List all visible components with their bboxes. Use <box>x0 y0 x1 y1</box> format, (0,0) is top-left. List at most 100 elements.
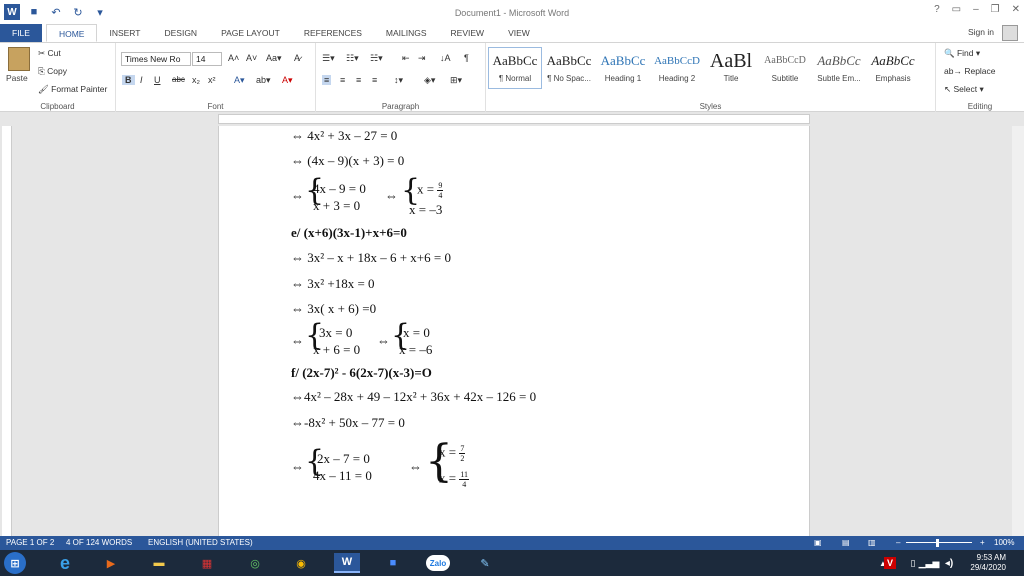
zoom-slider-thumb[interactable] <box>936 539 939 547</box>
replace-button[interactable]: ab→ Replace <box>944 66 996 76</box>
style-heading-1[interactable]: AaBbCc Heading 1 <box>596 47 650 89</box>
paint-icon[interactable]: ✎ <box>472 553 498 573</box>
line-spacing-icon[interactable]: ↕▾ <box>394 75 403 86</box>
tab-references[interactable]: REFERENCES <box>292 24 374 42</box>
volume-icon[interactable]: ◂) <box>936 553 962 573</box>
doc-arrow: ⇔ <box>377 333 390 348</box>
grow-font-icon[interactable]: A˄ <box>228 53 239 63</box>
align-left-icon[interactable]: ≡ <box>322 75 332 85</box>
read-mode-icon[interactable]: ▣ <box>814 536 822 550</box>
word-count[interactable]: 4 OF 124 WORDS <box>66 536 132 550</box>
copy-label: Copy <box>47 66 68 76</box>
style-emphasis[interactable]: AaBbCc Emphasis <box>866 47 920 89</box>
style-normal[interactable]: AaBbCc ¶ Normal <box>488 47 542 89</box>
shrink-font-icon[interactable]: A˅ <box>246 53 257 63</box>
zoom-slider[interactable] <box>906 542 972 543</box>
paste-button[interactable]: Paste <box>6 73 28 83</box>
style-subtle-emphasis[interactable]: AaBbCc Subtle Em... <box>812 47 866 89</box>
bold-icon[interactable]: B <box>122 75 135 85</box>
find-button[interactable]: 🔍 Find ▾ <box>944 48 980 59</box>
print-layout-icon[interactable]: ▤ <box>842 536 850 550</box>
tab-insert[interactable]: INSERT <box>97 24 152 42</box>
tab-file[interactable]: FILE <box>0 24 42 42</box>
subscript-icon[interactable]: x₂ <box>192 75 200 85</box>
tab-view[interactable]: VIEW <box>496 24 542 42</box>
style-title[interactable]: AaBl Title <box>704 47 758 89</box>
horizontal-ruler-track <box>218 114 810 124</box>
select-button[interactable]: ↖ Select ▾ <box>944 84 984 95</box>
font-color-icon[interactable]: A▾ <box>282 75 293 86</box>
doc-arrow: ⇔ <box>385 188 398 203</box>
media-player-icon[interactable]: ▶ <box>98 553 124 573</box>
paste-icon[interactable] <box>8 47 30 71</box>
x-equals: x = <box>439 444 457 460</box>
change-case-icon[interactable]: Aa▾ <box>266 53 282 64</box>
align-center-icon[interactable]: ≡ <box>340 75 345 85</box>
text-effects-icon[interactable]: A▾ <box>234 75 245 86</box>
internet-explorer-icon[interactable]: e <box>52 553 78 573</box>
tray-app-icon[interactable]: V <box>884 557 896 569</box>
style-name: Subtle Em... <box>817 74 861 83</box>
shading-icon[interactable]: ◈▾ <box>424 75 435 86</box>
app-icon[interactable]: ▦ <box>194 553 220 573</box>
zoom-app-icon[interactable]: ■ <box>380 553 406 573</box>
minimize-icon[interactable]: – <box>973 4 979 15</box>
ribbon-display-icon[interactable]: ▭ <box>952 4 961 15</box>
style-preview: AaBbCc <box>600 53 646 68</box>
tab-review[interactable]: REVIEW <box>439 24 497 42</box>
start-icon[interactable]: ⊞ <box>4 552 26 574</box>
page-count[interactable]: PAGE 1 OF 2 <box>6 536 54 550</box>
highlight-icon[interactable]: ab▾ <box>256 75 271 86</box>
chrome-icon[interactable]: ◉ <box>288 553 314 573</box>
horizontal-ruler[interactable] <box>0 112 1024 126</box>
show-marks-icon[interactable]: ¶ <box>464 53 469 63</box>
align-right-icon[interactable]: ≡ <box>356 75 361 85</box>
clear-format-icon[interactable]: A̷ <box>294 53 300 63</box>
zalo-icon[interactable]: Zalo <box>426 555 450 571</box>
underline-icon[interactable]: U <box>154 75 161 85</box>
sign-in-link[interactable]: Sign in <box>968 27 994 37</box>
format-painter-button[interactable]: 🖌 Format Painter <box>38 84 107 95</box>
font-name-select[interactable]: Times New Ro <box>121 52 191 66</box>
justify-icon[interactable]: ≡ <box>372 75 377 85</box>
copy-button[interactable]: ⎘ Copy <box>38 66 67 77</box>
strikethrough-icon[interactable]: abc <box>172 75 185 84</box>
clock[interactable]: 9:53 AM 29/4/2020 <box>970 553 1006 573</box>
numbering-icon[interactable]: ☷▾ <box>346 53 359 64</box>
file-explorer-icon[interactable]: ▬ <box>146 553 172 573</box>
close-icon[interactable]: ✕ <box>1012 4 1020 15</box>
tab-mailings[interactable]: MAILINGS <box>374 24 439 42</box>
app-green-icon[interactable]: ◎ <box>242 553 268 573</box>
restore-icon[interactable]: ❐ <box>991 4 1000 15</box>
style-heading-2[interactable]: AaBbCcD Heading 2 <box>650 47 704 89</box>
increase-indent-icon[interactable]: ⇥ <box>418 53 426 64</box>
zoom-out-icon[interactable]: – <box>896 536 900 550</box>
zoom-level[interactable]: 100% <box>994 536 1014 550</box>
superscript-icon[interactable]: x² <box>208 75 216 85</box>
style-subtitle[interactable]: AaBbCcD Subtitle <box>758 47 812 89</box>
vertical-scrollbar[interactable] <box>1012 126 1024 536</box>
tab-home[interactable]: HOME <box>45 24 98 42</box>
language[interactable]: ENGLISH (UNITED STATES) <box>148 536 253 550</box>
help-icon[interactable]: ? <box>934 4 940 15</box>
decrease-indent-icon[interactable]: ⇤ <box>402 53 410 64</box>
document-page[interactable]: ⇔ 4x² + 3x – 27 = 0 ⇔ (4x – 9)(x + 3) = … <box>218 126 810 536</box>
multilevel-list-icon[interactable]: ☵▾ <box>370 53 383 64</box>
borders-icon[interactable]: ⊞▾ <box>450 75 462 86</box>
doc-line: ⇔ 4x² + 3x – 27 = 0 <box>291 128 398 143</box>
style-name: Title <box>723 74 739 83</box>
bullets-icon[interactable]: ☰▾ <box>322 53 335 64</box>
cut-button[interactable]: ✂ Cut <box>38 48 61 59</box>
word-taskbar-icon[interactable]: W <box>334 553 360 573</box>
numerator: 7 <box>459 444 466 454</box>
zoom-in-icon[interactable]: + <box>980 536 985 550</box>
avatar[interactable] <box>1002 25 1018 41</box>
web-layout-icon[interactable]: ▥ <box>868 536 876 550</box>
tab-page-layout[interactable]: PAGE LAYOUT <box>209 24 292 42</box>
font-size-select[interactable]: 14 <box>192 52 222 66</box>
tab-design[interactable]: DESIGN <box>152 24 209 42</box>
vertical-ruler[interactable] <box>0 126 14 536</box>
style-no-spacing[interactable]: AaBbCc ¶ No Spac... <box>542 47 596 89</box>
sort-icon[interactable]: ↓A <box>440 53 451 63</box>
italic-icon[interactable]: I <box>140 75 143 85</box>
